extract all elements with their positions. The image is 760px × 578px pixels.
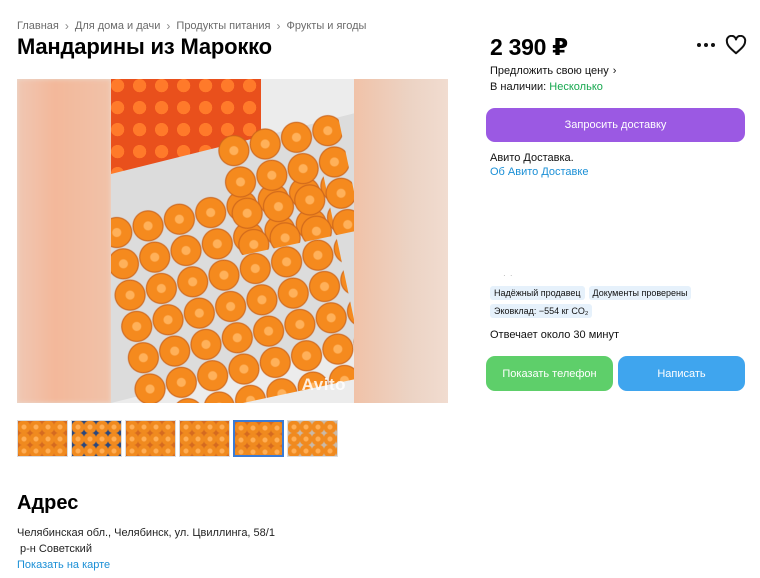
breadcrumb-home-garden[interactable]: Для дома и дачи [75,20,161,32]
photo-blur-right [354,79,448,403]
reply-time: Отвечает около 30 минут [490,329,620,341]
offer-price-label: Предложить свою цену [490,65,609,77]
stock-label: В наличии: [490,81,547,93]
breadcrumb: Главная › Для дома и дачи › Продукты пит… [17,19,366,33]
address-line: Челябинская обл., Челябинск, ул. Цвиллин… [17,527,275,539]
badge-reliable-seller[interactable]: Надёжный продавец [490,286,585,300]
write-message-button[interactable]: Написать [618,356,745,391]
chevron-right-icon: › [612,65,617,77]
thumbnail-strip [17,420,338,457]
address-title: Адрес [17,492,79,514]
badge-eco-contribution[interactable]: Эковклад: −554 кг CO₂ [490,304,593,318]
photo-oranges-top [214,112,354,256]
photo-watermark: Avito [301,375,346,394]
chevron-right-icon: › [64,19,69,33]
page-title: Мандарины из Марокко [17,34,272,59]
stock-status: В наличии: Несколько [490,81,603,93]
breadcrumb-food[interactable]: Продукты питания [176,20,270,32]
show-phone-button[interactable]: Показать телефон [486,356,613,391]
photo-blur-left [17,79,111,403]
stock-value: Несколько [549,81,603,93]
thumbnail-1[interactable] [17,420,68,457]
offer-price-link[interactable]: Предложить свою цену › [490,65,616,77]
more-options-icon[interactable] [695,36,717,54]
badge-documents-verified[interactable]: Документы проверены [588,286,692,300]
breadcrumb-fruits[interactable]: Фрукты и ягоды [286,20,366,32]
seller-placeholder-dots: · · [503,271,514,280]
address-district: р-н Советский [20,543,92,555]
thumbnail-5-selected[interactable] [233,420,284,457]
favorite-heart-icon[interactable] [725,34,747,55]
thumbnail-6[interactable] [287,420,338,457]
main-photo-gallery[interactable]: Avito [17,79,448,403]
request-delivery-button[interactable]: Запросить доставку [486,108,745,142]
chevron-right-icon: › [166,19,171,33]
thumbnail-4[interactable] [179,420,230,457]
breadcrumb-home[interactable]: Главная [17,20,59,32]
seller-badges: Надёжный продавец Документы проверены Эк… [490,286,740,318]
price: 2 390 ₽ [490,34,568,60]
thumbnail-2[interactable] [71,420,122,457]
avito-delivery-label: Авито Доставка. [490,152,574,164]
main-photo[interactable]: Avito [111,79,354,403]
thumbnail-3[interactable] [125,420,176,457]
about-avito-delivery-link[interactable]: Об Авито Доставке [490,166,588,178]
show-on-map-link[interactable]: Показать на карте [17,559,110,571]
chevron-right-icon: › [276,19,281,33]
